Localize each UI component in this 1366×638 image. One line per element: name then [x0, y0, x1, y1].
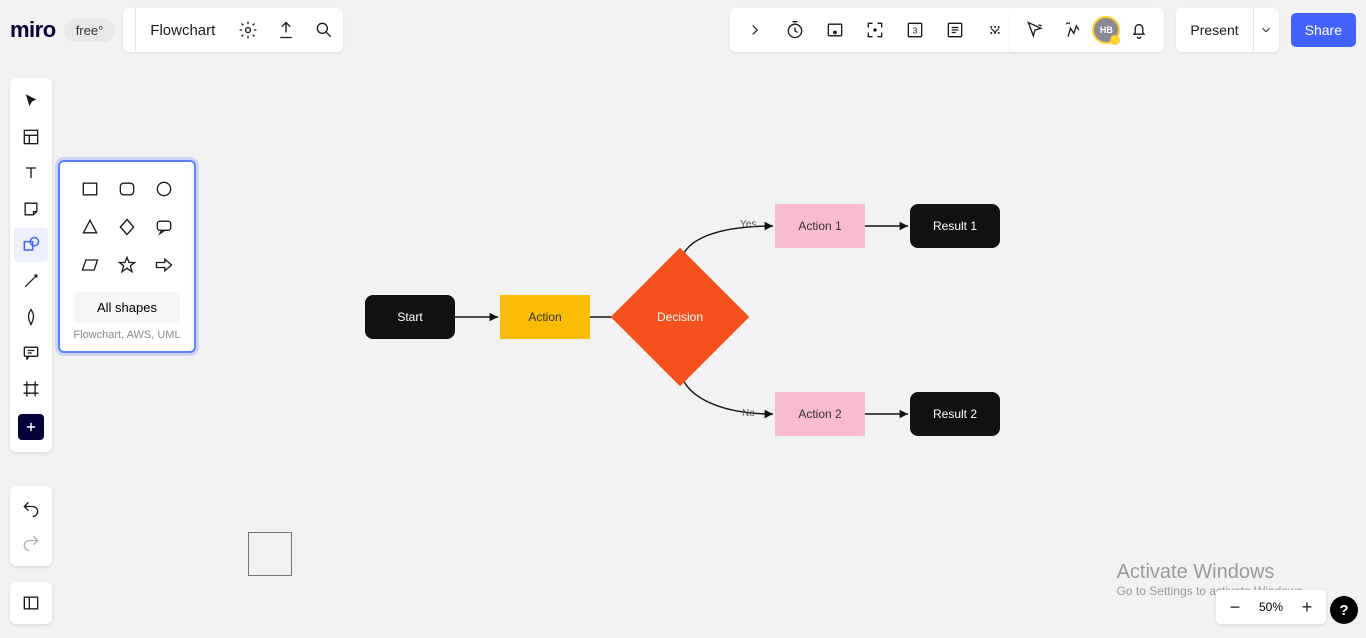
shapes-subtitle: Flowchart, AWS, UML — [68, 329, 186, 341]
left-toolbar — [10, 78, 52, 452]
shape-parallelogram[interactable] — [76, 252, 103, 278]
shape-triangle[interactable] — [76, 214, 103, 240]
notes-icon[interactable] — [936, 11, 974, 49]
present-dropdown[interactable] — [1253, 8, 1279, 52]
shape-rectangle[interactable] — [76, 176, 103, 202]
ghost-shape-preview[interactable] — [248, 532, 292, 576]
redo-button[interactable] — [14, 526, 48, 560]
node-result-2[interactable]: Result 2 — [910, 392, 1000, 436]
shape-diamond[interactable] — [113, 214, 140, 240]
hide-frames-icon[interactable] — [816, 11, 854, 49]
tool-comment[interactable] — [14, 336, 48, 370]
search-icon[interactable] — [305, 11, 343, 49]
all-shapes-button[interactable]: All shapes — [74, 292, 180, 323]
shape-star[interactable] — [113, 252, 140, 278]
plan-badge[interactable]: free° — [64, 19, 116, 42]
tool-shapes[interactable] — [14, 228, 48, 262]
node-start[interactable]: Start — [365, 295, 455, 339]
tool-line[interactable] — [14, 264, 48, 298]
undo-button[interactable] — [14, 492, 48, 526]
expand-panel-icon[interactable] — [736, 11, 774, 49]
svg-text:3: 3 — [913, 25, 918, 35]
node-action-1[interactable]: Action 1 — [775, 204, 865, 248]
tool-templates[interactable] — [14, 120, 48, 154]
shapes-popout: All shapes Flowchart, AWS, UML — [58, 160, 196, 353]
zoom-controls: − 50% + — [1216, 590, 1326, 624]
tool-frame[interactable] — [14, 372, 48, 406]
zoom-out-button[interactable]: − — [1222, 594, 1248, 620]
edge-label-yes: Yes — [740, 219, 756, 230]
app-logo[interactable]: miro — [10, 17, 56, 43]
node-decision-label: Decision — [631, 268, 729, 366]
avatar-initials: HB — [1100, 25, 1113, 35]
undo-redo-panel — [10, 486, 52, 566]
tool-text[interactable] — [14, 156, 48, 190]
collapse-panel-button[interactable] — [10, 582, 52, 624]
tool-select[interactable] — [14, 84, 48, 118]
tool-sticky[interactable] — [14, 192, 48, 226]
node-decision[interactable]: Decision — [631, 268, 729, 366]
user-avatar[interactable]: HB — [1092, 11, 1120, 49]
shape-rounded-rect[interactable] — [113, 176, 140, 202]
shape-circle[interactable] — [151, 176, 178, 202]
board-name[interactable]: Flowchart — [135, 8, 229, 52]
zoom-in-button[interactable]: + — [1294, 594, 1320, 620]
node-action[interactable]: Action — [500, 295, 590, 339]
node-result-1[interactable]: Result 1 — [910, 204, 1000, 248]
edge-label-no: No — [742, 408, 755, 419]
settings-icon[interactable] — [229, 11, 267, 49]
tool-pen[interactable] — [14, 300, 48, 334]
fit-icon[interactable] — [856, 11, 894, 49]
zoom-percent[interactable]: 50% — [1254, 600, 1288, 614]
more-apps-icon[interactable] — [976, 11, 1014, 49]
shape-arrow[interactable] — [151, 252, 178, 278]
help-button[interactable]: ? — [1330, 596, 1358, 624]
shape-speech[interactable] — [151, 214, 178, 240]
share-button[interactable]: Share — [1291, 13, 1356, 47]
export-icon[interactable] — [267, 11, 305, 49]
timer-icon[interactable] — [776, 11, 814, 49]
reactions-icon[interactable] — [1054, 11, 1092, 49]
node-action-2[interactable]: Action 2 — [775, 392, 865, 436]
present-button[interactable]: Present — [1176, 13, 1252, 47]
cursor-tracking-icon[interactable] — [1016, 11, 1054, 49]
slides-icon[interactable]: 3 — [896, 11, 934, 49]
notifications-icon[interactable] — [1120, 11, 1158, 49]
tool-add[interactable] — [18, 414, 44, 440]
